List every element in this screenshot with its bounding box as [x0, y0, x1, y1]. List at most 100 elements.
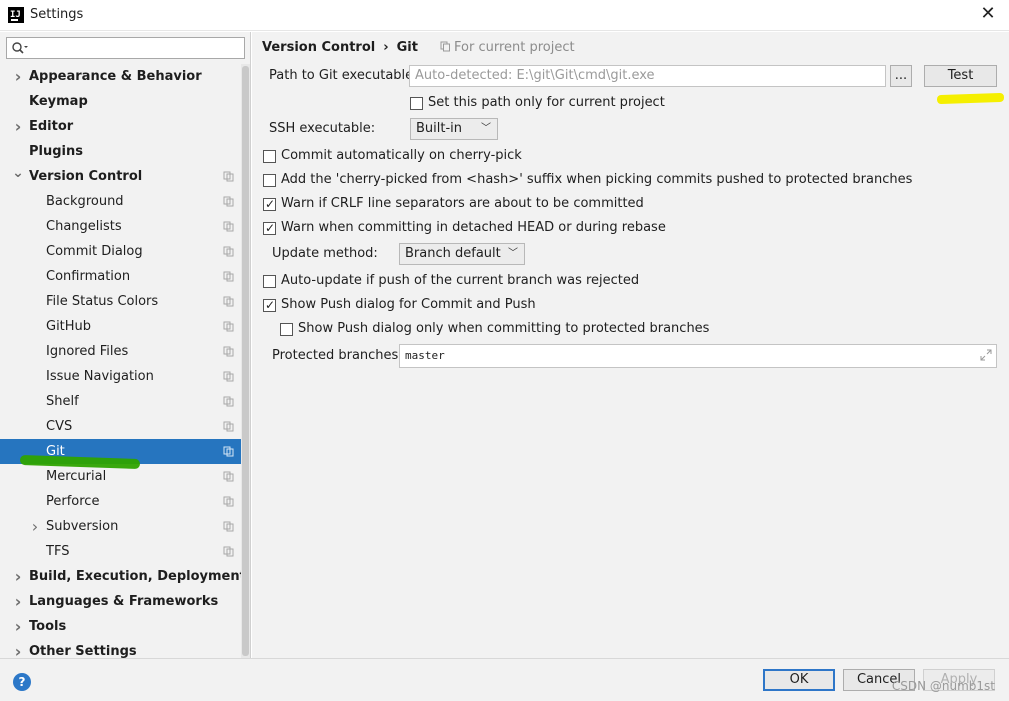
update-method-select[interactable]: Branch default ﹀ — [399, 243, 525, 265]
sidebar-item-label: Background — [46, 194, 124, 209]
checkbox-label: Add the 'cherry-picked from <hash>' suff… — [281, 172, 913, 187]
checkbox-box[interactable] — [263, 174, 276, 187]
sidebar-item-perforce[interactable]: Perforce — [0, 489, 241, 514]
breadcrumb-separator: › — [383, 40, 389, 55]
protected-branches-input[interactable]: master — [399, 344, 997, 368]
copy-icon — [223, 296, 234, 307]
dialog-footer: ? OK Cancel Apply CSDN @numb1st — [0, 658, 1009, 701]
protected-branches-value: master — [405, 349, 445, 362]
checkbox-label: Set this path only for current project — [428, 95, 665, 110]
sidebar-item-label: Changelists — [46, 219, 122, 234]
chevron-right-icon[interactable]: › — [12, 114, 24, 139]
checkbox-box[interactable] — [263, 150, 276, 163]
ssh-label: SSH executable: — [269, 121, 376, 136]
ssh-select[interactable]: Built-in ﹀ — [410, 118, 498, 140]
intellij-idea-icon: IJ — [8, 7, 24, 23]
chevron-down-icon: ﹀ — [481, 123, 491, 134]
git-path-input[interactable]: Auto-detected: E:\git\Git\cmd\git.exe — [409, 65, 886, 87]
sidebar-item-github[interactable]: GitHub — [0, 314, 241, 339]
copy-icon — [223, 221, 234, 232]
sidebar-item-label: GitHub — [46, 319, 92, 334]
sidebar-item-label: Keymap — [29, 94, 88, 109]
copy-icon — [223, 471, 234, 482]
for-current-project-note: For current project — [440, 40, 575, 55]
checkbox-box[interactable] — [410, 97, 423, 110]
chevron-right-icon[interactable]: › — [12, 64, 24, 89]
copy-icon — [223, 371, 234, 382]
close-icon[interactable]: ✕ — [977, 3, 999, 25]
copy-icon — [223, 496, 234, 507]
sidebar-item-tools[interactable]: › Tools — [0, 614, 241, 639]
sidebar-item-keymap[interactable]: Keymap — [0, 89, 241, 114]
checkbox-box[interactable] — [280, 323, 293, 336]
checkbox-label: Show Push dialog for Commit and Push — [281, 297, 536, 312]
expand-icon[interactable] — [980, 349, 992, 361]
copy-icon — [223, 246, 234, 257]
checkbox-label: Show Push dialog only when committing to… — [298, 321, 710, 336]
sidebar-item-subversion[interactable]: › Subversion — [0, 514, 241, 539]
sidebar-item-version-control[interactable]: ⌄ Version Control — [0, 164, 241, 189]
checkbox-label: Warn when committing in detached HEAD or… — [281, 220, 666, 235]
chevron-right-icon[interactable]: › — [29, 514, 41, 539]
checkbox-box[interactable] — [263, 275, 276, 288]
chevron-down-icon[interactable]: ⌄ — [12, 164, 24, 189]
sidebar-item-label: Languages & Frameworks — [29, 594, 219, 609]
chevron-right-icon[interactable]: › — [12, 564, 24, 589]
copy-icon — [223, 346, 234, 357]
copy-icon — [223, 196, 234, 207]
sidebar-item-confirmation[interactable]: Confirmation — [0, 264, 241, 289]
sidebar-item-ignored-files[interactable]: Ignored Files — [0, 339, 241, 364]
copy-icon — [223, 421, 234, 432]
sidebar-item-label: Issue Navigation — [46, 369, 154, 384]
help-icon[interactable]: ? — [13, 673, 31, 691]
sidebar-item-editor[interactable]: › Editor — [0, 114, 241, 139]
ok-button[interactable]: OK — [763, 669, 835, 691]
git-path-label: Path to Git executable: — [269, 68, 418, 83]
sidebar-item-label: Commit Dialog — [46, 244, 143, 259]
sidebar-item-appearance-behavior[interactable]: › Appearance & Behavior — [0, 64, 241, 89]
checkbox-label: Auto-update if push of the current branc… — [281, 273, 640, 288]
sidebar-scroll-thumb[interactable] — [242, 66, 249, 656]
sidebar-item-label: Confirmation — [46, 269, 131, 284]
sidebar-item-label: Plugins — [29, 144, 83, 159]
ssh-select-value: Built-in — [416, 121, 463, 136]
copy-icon — [223, 271, 234, 282]
checkbox-box[interactable] — [263, 220, 276, 236]
search-icon — [12, 42, 28, 54]
sidebar-item-languages-frameworks[interactable]: › Languages & Frameworks — [0, 589, 241, 614]
copy-icon — [223, 321, 234, 332]
sidebar-item-label: Shelf — [46, 394, 79, 409]
sidebar-item-label: TFS — [46, 544, 70, 559]
chevron-down-icon: ﹀ — [508, 248, 518, 259]
breadcrumb-parent[interactable]: Version Control — [262, 40, 375, 55]
sidebar-item-issue-navigation[interactable]: Issue Navigation — [0, 364, 241, 389]
copy-icon — [223, 396, 234, 407]
update-method-label: Update method: — [272, 246, 378, 261]
browse-button[interactable]: ... — [890, 65, 912, 87]
sidebar-scrollbar[interactable] — [241, 64, 250, 658]
sidebar-item-plugins[interactable]: Plugins — [0, 139, 241, 164]
for-current-project-label: For current project — [454, 40, 575, 55]
checkbox-box[interactable] — [263, 196, 276, 212]
sidebar-item-commit-dialog[interactable]: Commit Dialog — [0, 239, 241, 264]
settings-tree: › Appearance & Behavior Keymap › Editor Plugi… — [0, 64, 246, 664]
chevron-right-icon[interactable]: › — [12, 589, 24, 614]
chevron-right-icon[interactable]: › — [12, 614, 24, 639]
sidebar-item-file-status-colors[interactable]: File Status Colors — [0, 289, 241, 314]
sidebar-item-label: Editor — [29, 119, 74, 134]
sidebar-item-label: Mercurial — [46, 469, 107, 484]
sidebar-item-background[interactable]: Background — [0, 189, 241, 214]
checkbox-label: Commit automatically on cherry-pick — [281, 148, 522, 163]
sidebar-item-tfs[interactable]: TFS — [0, 539, 241, 564]
checkbox-box[interactable] — [263, 297, 276, 313]
sidebar-item-shelf[interactable]: Shelf — [0, 389, 241, 414]
sidebar-item-label: Tools — [29, 619, 67, 634]
git-settings-panel: Version Control › Git For current project … — [252, 32, 1009, 658]
sidebar-item-changelists[interactable]: Changelists — [0, 214, 241, 239]
update-method-value: Branch default — [405, 246, 501, 261]
copy-icon — [223, 521, 234, 532]
test-button[interactable]: Test — [924, 65, 997, 87]
sidebar-item-cvs[interactable]: CVS — [0, 414, 241, 439]
sidebar-item-build-execution-deployment[interactable]: › Build, Execution, Deployment — [0, 564, 246, 589]
search-input[interactable] — [6, 37, 245, 59]
